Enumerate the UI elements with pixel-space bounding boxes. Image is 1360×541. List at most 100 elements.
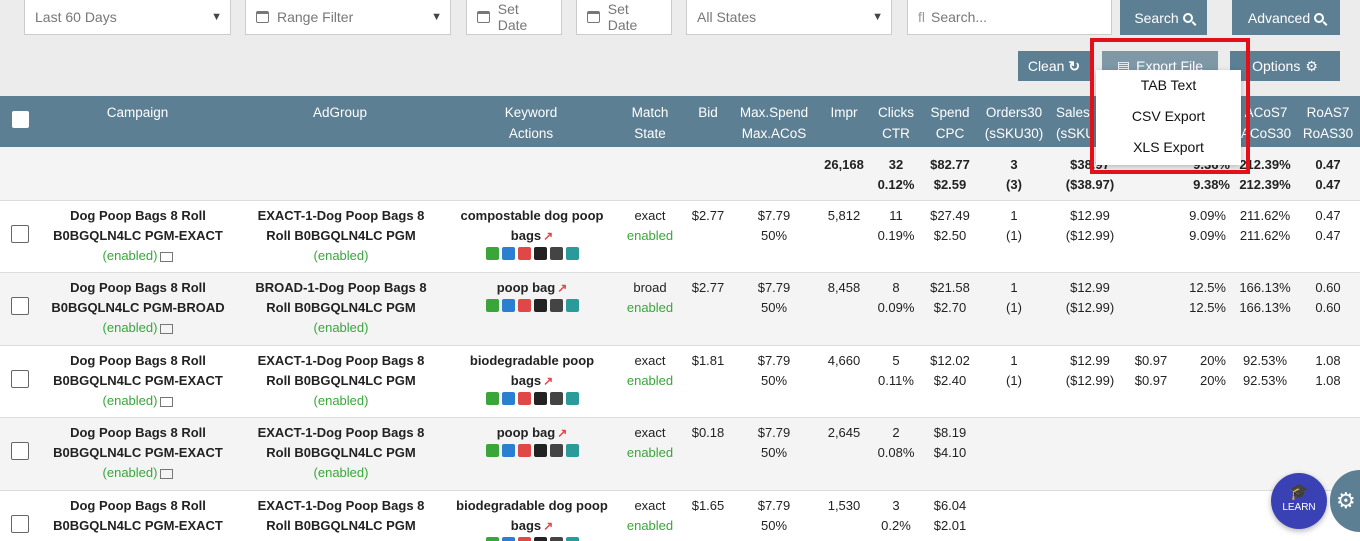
bid-value[interactable]: $0.18 — [686, 423, 730, 443]
adgroup-name[interactable]: EXACT-1-Dog Poop Bags 8 — [244, 206, 438, 226]
frame-icon[interactable] — [517, 247, 531, 260]
shuffle-icon[interactable] — [549, 247, 563, 260]
keyword-text[interactable]: poop bag — [497, 280, 556, 295]
keyword-text-2[interactable]: bags — [511, 228, 541, 243]
col-maxspend[interactable]: Max.Spend Max.ACoS — [736, 102, 812, 144]
bid-value[interactable]: $1.65 — [686, 496, 730, 516]
row-checkbox[interactable] — [11, 297, 29, 315]
campaign-name[interactable]: Dog Poop Bags 8 Roll — [40, 496, 236, 516]
campaign-name[interactable]: Dog Poop Bags 8 Roll — [40, 206, 236, 226]
campaign-cell[interactable]: Dog Poop Bags 8 Roll B0BGQLN4LC PGM-EXAC… — [40, 206, 236, 266]
state-value[interactable]: enabled — [620, 226, 680, 246]
set-date-start[interactable]: Set Date — [466, 0, 562, 35]
adgroup-cell[interactable]: EXACT-1-Dog Poop Bags 8 Roll B0BGQLN4LC … — [244, 423, 438, 483]
group-icon[interactable] — [485, 299, 499, 312]
keyword-text-2[interactable]: bags — [511, 518, 541, 533]
cogs-icon[interactable] — [565, 392, 579, 405]
col-adgroup[interactable]: AdGroup — [290, 102, 390, 123]
newspaper-icon[interactable] — [160, 468, 174, 479]
newspaper-icon[interactable] — [160, 323, 174, 334]
shuffle-icon[interactable] — [549, 444, 563, 457]
campaign-name-2[interactable]: B0BGQLN4LC PGM-EXACT — [40, 226, 236, 246]
adgroup-name-2[interactable]: Roll B0BGQLN4LC PGM — [244, 516, 438, 536]
col-match[interactable]: Match State — [620, 102, 680, 144]
col-impr[interactable]: Impr — [822, 102, 866, 123]
campaign-cell[interactable]: Dog Poop Bags 8 Roll B0BGQLN4LC PGM-BROA… — [40, 278, 236, 338]
state-value[interactable]: enabled — [620, 443, 680, 463]
keyword-text[interactable]: compostable dog poop — [461, 208, 604, 223]
shuffle-icon[interactable] — [549, 392, 563, 405]
megaphone-icon[interactable] — [501, 537, 515, 541]
clean-button[interactable]: Clean ↻ — [1018, 51, 1090, 81]
campaign-name-2[interactable]: B0BGQLN4LC PGM-EXACT — [40, 443, 236, 463]
campaign-name-2[interactable]: B0BGQLN4LC PGM-EXACT — [40, 371, 236, 391]
external-link-icon[interactable]: ↗ — [543, 519, 553, 533]
keyword-text[interactable]: biodegradable poop — [470, 353, 594, 368]
block-icon[interactable] — [533, 299, 547, 312]
col-bid[interactable]: Bid — [688, 102, 728, 123]
adgroup-status[interactable]: (enabled) — [244, 246, 438, 266]
shuffle-icon[interactable] — [549, 537, 563, 541]
learn-button[interactable]: 🎓 LEARN — [1271, 473, 1327, 529]
megaphone-icon[interactable] — [501, 444, 515, 457]
external-link-icon[interactable]: ↗ — [557, 281, 567, 295]
adgroup-status[interactable]: (enabled) — [244, 318, 438, 338]
campaign-name[interactable]: Dog Poop Bags 8 Roll — [40, 278, 236, 298]
campaign-cell[interactable]: Dog Poop Bags 8 Roll B0BGQLN4LC PGM-EXAC… — [40, 351, 236, 411]
block-icon[interactable] — [533, 444, 547, 457]
campaign-status[interactable]: (enabled) — [103, 393, 158, 408]
row-checkbox[interactable] — [11, 515, 29, 533]
campaign-name[interactable]: Dog Poop Bags 8 Roll — [40, 351, 236, 371]
newspaper-icon[interactable] — [160, 251, 174, 262]
group-icon[interactable] — [485, 247, 499, 260]
group-icon[interactable] — [485, 392, 499, 405]
external-link-icon[interactable]: ↗ — [543, 229, 553, 243]
block-icon[interactable] — [533, 247, 547, 260]
group-icon[interactable] — [485, 444, 499, 457]
newspaper-icon[interactable] — [160, 396, 174, 407]
state-value[interactable]: enabled — [620, 298, 680, 318]
adgroup-name[interactable]: BROAD-1-Dog Poop Bags 8 — [244, 278, 438, 298]
states-select[interactable]: All States ▼ — [686, 0, 892, 35]
adgroup-status[interactable]: (enabled) — [244, 463, 438, 483]
search-input[interactable]: fl Search... — [907, 0, 1112, 35]
campaign-cell[interactable]: Dog Poop Bags 8 Roll B0BGQLN4LC PGM-EXAC… — [40, 496, 236, 536]
set-date-end[interactable]: Set Date — [576, 0, 672, 35]
range-filter-select[interactable]: Range Filter ▼ — [245, 0, 451, 35]
shuffle-icon[interactable] — [549, 299, 563, 312]
select-all-checkbox[interactable] — [12, 111, 29, 128]
frame-icon[interactable] — [517, 537, 531, 541]
bid-value[interactable]: $2.77 — [686, 206, 730, 226]
frame-icon[interactable] — [517, 392, 531, 405]
bid-value[interactable]: $1.81 — [686, 351, 730, 371]
adgroup-cell[interactable]: EXACT-1-Dog Poop Bags 8 Roll B0BGQLN4LC … — [244, 206, 438, 266]
campaign-status[interactable]: (enabled) — [103, 320, 158, 335]
block-icon[interactable] — [533, 537, 547, 541]
adgroup-name[interactable]: EXACT-1-Dog Poop Bags 8 — [244, 351, 438, 371]
col-clicks[interactable]: Clicks CTR — [872, 102, 920, 144]
state-value[interactable]: enabled — [620, 516, 680, 536]
adgroup-name-2[interactable]: Roll B0BGQLN4LC PGM — [244, 298, 438, 318]
adgroup-cell[interactable]: BROAD-1-Dog Poop Bags 8 Roll B0BGQLN4LC … — [244, 278, 438, 338]
frame-icon[interactable] — [517, 299, 531, 312]
col-roas[interactable]: RoAS7 RoAS30 — [1300, 102, 1356, 144]
group-icon[interactable] — [485, 537, 499, 541]
row-checkbox[interactable] — [11, 370, 29, 388]
keyword-text-2[interactable]: bags — [511, 373, 541, 388]
adgroup-cell[interactable]: EXACT-1-Dog Poop Bags 8 Roll B0BGQLN4LC … — [244, 496, 438, 536]
megaphone-icon[interactable] — [501, 247, 515, 260]
cogs-icon[interactable] — [565, 537, 579, 541]
row-checkbox[interactable] — [11, 442, 29, 460]
keyword-text[interactable]: biodegradable dog poop — [456, 498, 608, 513]
external-link-icon[interactable]: ↗ — [543, 374, 553, 388]
campaign-cell[interactable]: Dog Poop Bags 8 Roll B0BGQLN4LC PGM-EXAC… — [40, 423, 236, 483]
campaign-name-2[interactable]: B0BGQLN4LC PGM-BROAD — [40, 298, 236, 318]
state-value[interactable]: enabled — [620, 371, 680, 391]
adgroup-name-2[interactable]: Roll B0BGQLN4LC PGM — [244, 226, 438, 246]
external-link-icon[interactable]: ↗ — [557, 426, 567, 440]
adgroup-cell[interactable]: EXACT-1-Dog Poop Bags 8 Roll B0BGQLN4LC … — [244, 351, 438, 411]
adgroup-name[interactable]: EXACT-1-Dog Poop Bags 8 — [244, 496, 438, 516]
campaign-name[interactable]: Dog Poop Bags 8 Roll — [40, 423, 236, 443]
bid-value[interactable]: $2.77 — [686, 278, 730, 298]
col-spend[interactable]: Spend CPC — [924, 102, 976, 144]
